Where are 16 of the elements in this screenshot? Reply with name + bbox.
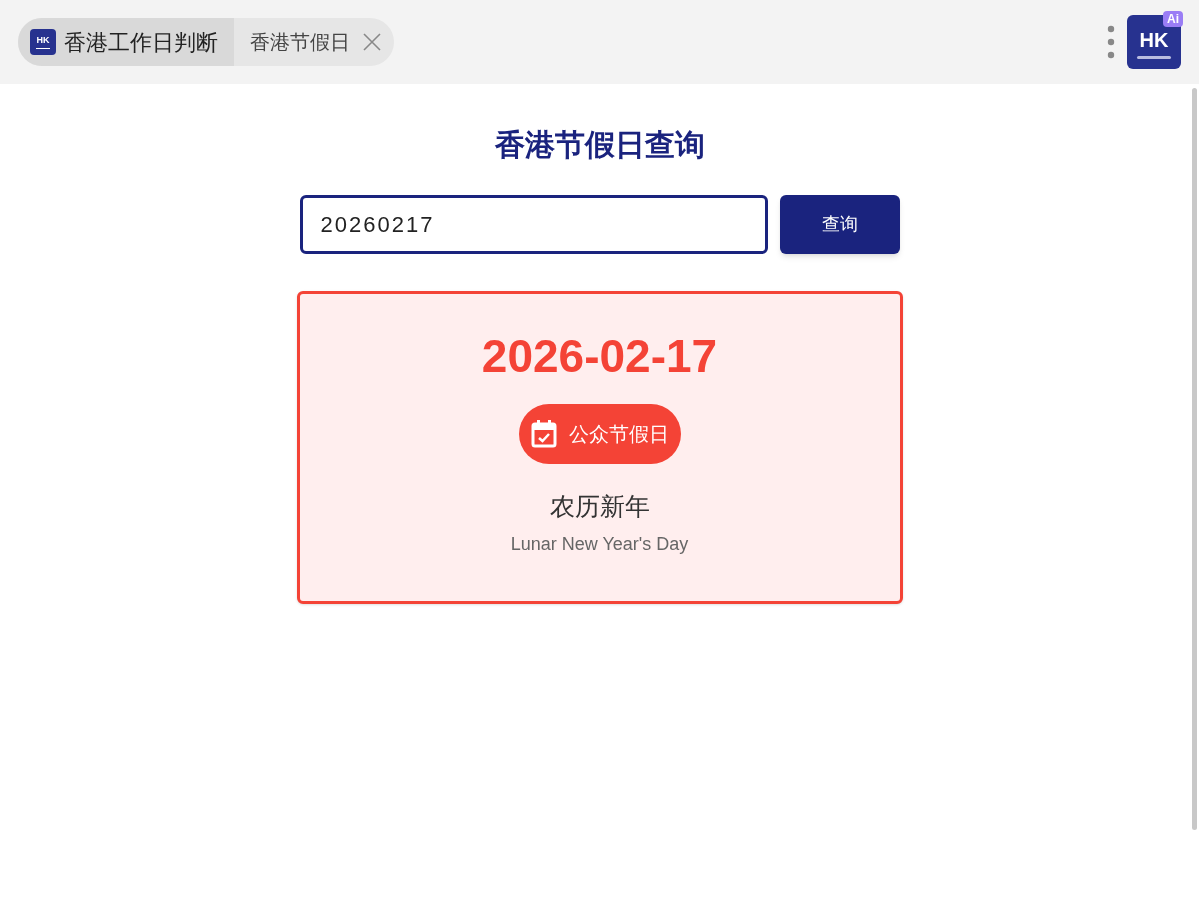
more-icon[interactable] [1107,25,1115,59]
holiday-name-english: Lunar New Year's Day [510,533,689,556]
scrollbar[interactable] [1192,88,1197,830]
ai-badge: Ai [1163,11,1183,27]
page-title: 香港节假日查询 [494,127,705,163]
holiday-badge: 公众节假日 [518,403,681,464]
date-input[interactable]: 20260217 [299,195,768,254]
app-icon-text: HK [1139,29,1169,50]
tab[interactable]: 香港节假日 [234,18,394,66]
calendar-check-icon [530,419,557,448]
result-date: 2026-02-17 [481,329,718,384]
hk-logo: HK [30,29,56,55]
query-button[interactable]: 查询 [779,195,900,254]
tab[interactable]: HK 香港工作日判断 [18,18,234,66]
holiday-name: 农历新年 [549,490,650,522]
close-icon[interactable] [362,32,382,52]
